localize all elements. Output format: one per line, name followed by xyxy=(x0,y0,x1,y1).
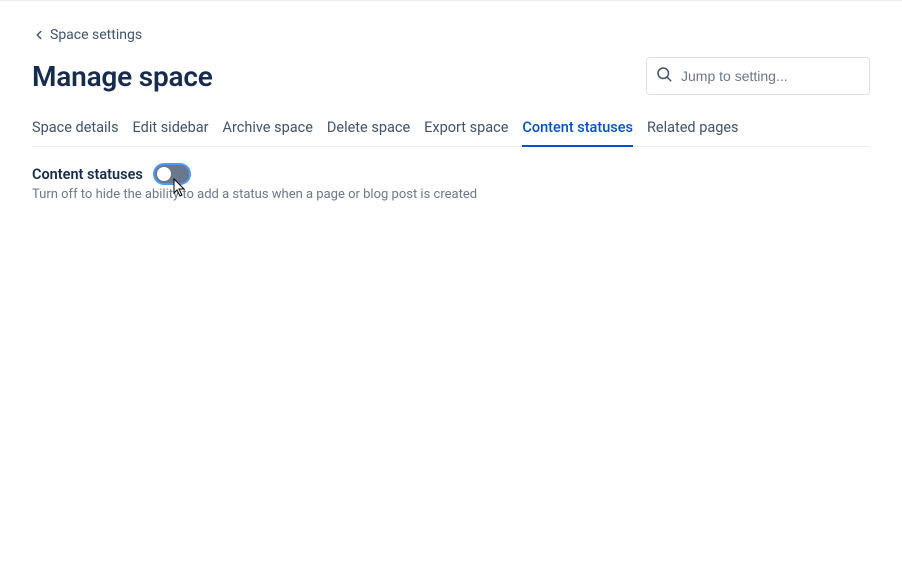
setting-label: Content statuses xyxy=(32,166,143,183)
content-statuses-toggle[interactable] xyxy=(155,165,189,183)
tab-delete-space[interactable]: Delete space xyxy=(327,111,410,146)
tab-content-statuses[interactable]: Content statuses xyxy=(522,111,633,147)
tab-bar: Space details Edit sidebar Archive space… xyxy=(32,111,870,147)
chevron-left-icon xyxy=(32,28,46,42)
search-input[interactable] xyxy=(673,68,861,84)
page-title: Manage space xyxy=(32,60,213,93)
toggle-thumb xyxy=(157,167,171,181)
tab-archive-space[interactable]: Archive space xyxy=(223,111,313,146)
tab-related-pages[interactable]: Related pages xyxy=(647,111,739,146)
search-container[interactable] xyxy=(646,57,870,95)
tab-export-space[interactable]: Export space xyxy=(424,111,508,146)
search-icon xyxy=(655,65,673,87)
setting-description: Turn off to hide the ability to add a st… xyxy=(32,187,870,202)
tab-edit-sidebar[interactable]: Edit sidebar xyxy=(133,111,209,146)
breadcrumb-back[interactable]: Space settings xyxy=(32,25,142,45)
tab-space-details[interactable]: Space details xyxy=(32,111,119,146)
breadcrumb-label: Space settings xyxy=(50,25,142,45)
